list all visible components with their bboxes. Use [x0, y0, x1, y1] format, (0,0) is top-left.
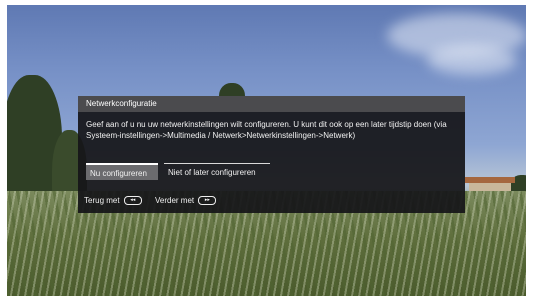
dialog-message: Geef aan of u nu uw netwerkinstellingen … [86, 120, 447, 140]
back-hint: Terug met ◂◂ [84, 195, 142, 207]
forward-key-icon: ▸▸ [198, 196, 217, 206]
sky-cloud [427, 45, 517, 75]
distant-house-roof [465, 177, 515, 183]
next-hint: Verder met ▸▸ [155, 195, 217, 207]
configure-later-button[interactable]: Niet of later configureren [164, 163, 270, 180]
back-hint-label: Terug met [84, 196, 120, 205]
dialog-title: Netwerkconfiguratie [78, 96, 465, 112]
configure-now-button[interactable]: Nu configureren [86, 163, 158, 180]
rewind-key-icon: ◂◂ [123, 196, 142, 206]
next-hint-label: Verder met [155, 196, 195, 205]
